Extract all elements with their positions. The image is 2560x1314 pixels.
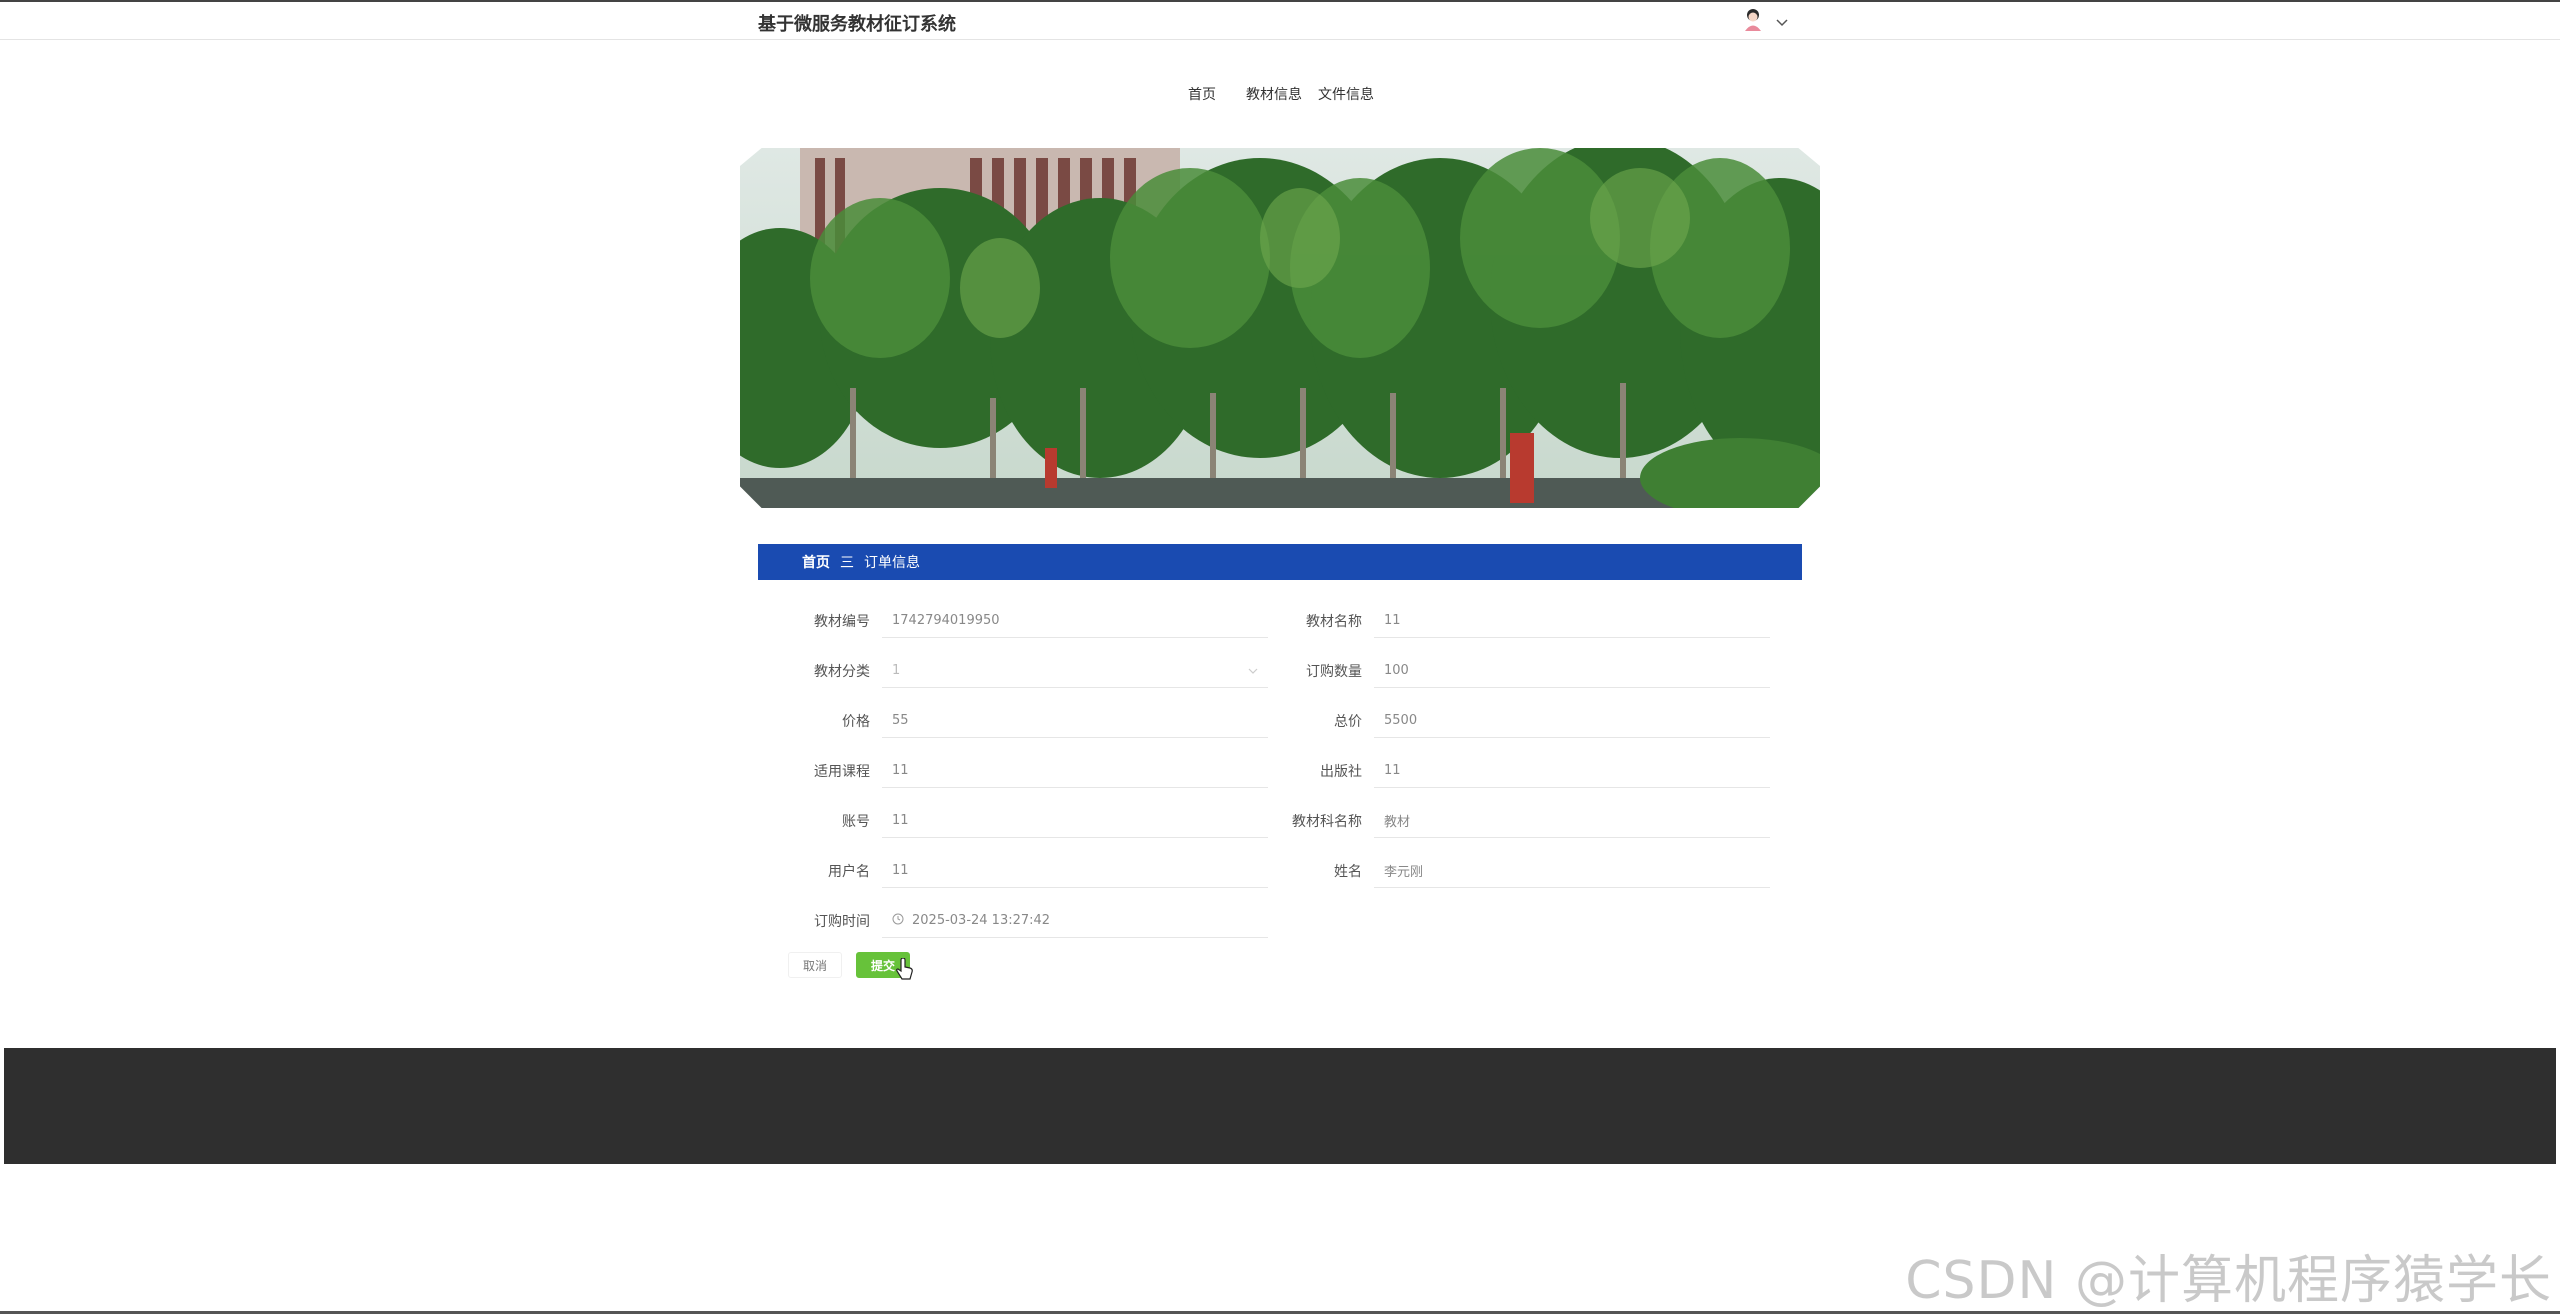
avatar[interactable]: [1740, 6, 1766, 32]
form-row-price: 价格 55: [758, 704, 1268, 738]
nav-item-home[interactable]: 首页: [1188, 84, 1216, 104]
account-field[interactable]: 11: [882, 804, 1268, 838]
course-field[interactable]: 11: [882, 754, 1268, 788]
breadcrumb-home[interactable]: 首页: [802, 552, 830, 572]
price-field[interactable]: 55: [882, 704, 1268, 738]
breadcrumb-separator: 三: [840, 555, 854, 571]
quantity-field[interactable]: 100: [1374, 654, 1770, 688]
field-label: 教材名称: [1306, 614, 1362, 630]
field-label: 用户名: [828, 864, 870, 880]
field-label: 适用课程: [814, 764, 870, 780]
form-row-publisher: 出版社 11: [1250, 754, 1770, 788]
field-label: 价格: [842, 714, 870, 730]
nav-item-textbooks[interactable]: 教材信息: [1246, 84, 1302, 104]
department-field[interactable]: 教材: [1374, 804, 1770, 838]
field-label: 出版社: [1320, 764, 1362, 780]
form-row-total: 总价 5500: [1250, 704, 1770, 738]
form-row-textbook-code: 教材编号 1742794019950: [758, 604, 1268, 638]
form-row-quantity: 订购数量 100: [1250, 654, 1770, 688]
order-time-picker[interactable]: 2025-03-24 13:27:42: [882, 904, 1268, 938]
site-title: 基于微服务教材征订系统: [758, 14, 956, 35]
form-row-username: 用户名 11: [758, 854, 1268, 888]
total-price-field[interactable]: 5500: [1374, 704, 1770, 738]
field-label: 教材编号: [814, 614, 870, 630]
form-actions: 取消 提交: [788, 952, 911, 978]
publisher-field[interactable]: 11: [1374, 754, 1770, 788]
order-time-value: 2025-03-24 13:27:42: [912, 913, 1051, 928]
form-row-name: 姓名 李元刚: [1250, 854, 1770, 888]
field-label: 总价: [1334, 714, 1362, 730]
nav-item-files[interactable]: 文件信息: [1318, 84, 1374, 104]
field-label: 账号: [842, 814, 870, 830]
category-select[interactable]: 1: [882, 654, 1268, 688]
breadcrumb-current: 订单信息: [864, 555, 920, 571]
field-label: 教材科名称: [1292, 814, 1362, 830]
username-field[interactable]: 11: [882, 854, 1268, 888]
pointer-cursor-icon: [896, 957, 914, 984]
page: 基于微服务教材征订系统 首页 教材信息 文件信息 首页 三 订单信息 教材编号 …: [0, 0, 2560, 1314]
field-label: 教材分类: [814, 664, 870, 680]
textbook-name-field[interactable]: 11: [1374, 604, 1770, 638]
page-footer: [4, 1048, 2556, 1164]
field-label: 姓名: [1334, 864, 1362, 880]
form-row-department: 教材科名称 教材: [1250, 804, 1770, 838]
name-field[interactable]: 李元刚: [1374, 854, 1770, 888]
form-row-course: 适用课程 11: [758, 754, 1268, 788]
form-row-account: 账号 11: [758, 804, 1268, 838]
cancel-button[interactable]: 取消: [788, 952, 843, 978]
user-menu[interactable]: [1740, 6, 1788, 32]
main-nav: 首页 教材信息 文件信息: [1188, 84, 1374, 104]
form-row-category: 教材分类 1: [758, 654, 1268, 688]
form-row-order-time: 订购时间 2025-03-24 13:27:42: [758, 904, 1268, 938]
chevron-down-icon[interactable]: [1776, 12, 1788, 32]
category-select-value: 1: [892, 663, 901, 678]
top-header: 基于微服务教材征订系统: [0, 0, 2560, 40]
breadcrumb: 首页 三 订单信息: [758, 544, 1802, 580]
watermark: CSDN @计算机程序猿学长: [1905, 1251, 2552, 1311]
campus-banner-image: [740, 148, 1820, 508]
field-label: 订购数量: [1306, 664, 1362, 680]
textbook-code-field[interactable]: 1742794019950: [882, 604, 1268, 638]
field-label: 订购时间: [814, 914, 870, 930]
form-row-textbook-name: 教材名称 11: [1250, 604, 1770, 638]
clock-icon: [892, 913, 904, 929]
